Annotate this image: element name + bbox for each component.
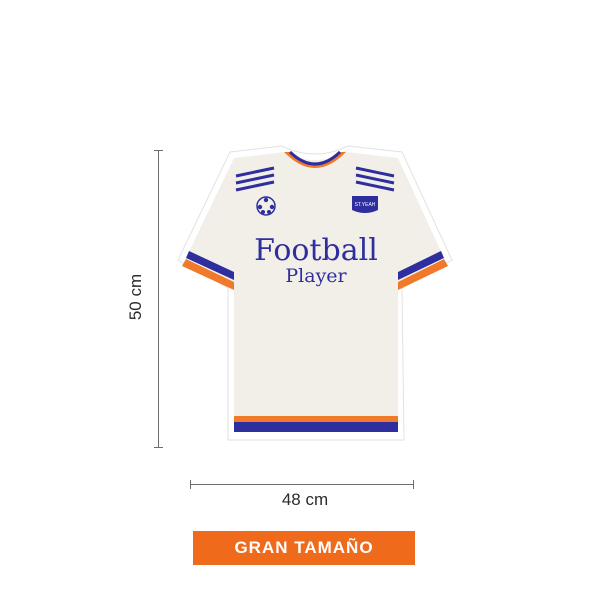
jersey-text-line2: Player xyxy=(285,265,347,287)
width-dimension-label: 48 cm xyxy=(281,490,329,509)
crest-text: ST.YEAH xyxy=(355,202,376,208)
height-dimension-label: 50 cm xyxy=(126,273,145,321)
width-dimension-cap-left xyxy=(190,480,191,489)
jersey-text-line1: Football xyxy=(254,233,378,268)
jersey-hem-orange xyxy=(234,416,398,422)
height-dimension-cap-bottom xyxy=(154,447,163,448)
height-dimension-line xyxy=(158,150,159,448)
height-dimension-cap-top xyxy=(154,150,163,151)
size-badge: GRAN TAMAÑO xyxy=(193,531,415,565)
product-size-illustration: 50 cm ST.YEAH Football Player 48 cm GRAN… xyxy=(0,0,600,600)
jersey-hem-blue xyxy=(234,422,398,432)
jersey-body xyxy=(186,152,444,432)
width-dimension-cap-right xyxy=(413,480,414,489)
football-jersey-image: ST.YEAH Football Player xyxy=(177,145,453,441)
width-dimension-line xyxy=(190,484,414,485)
